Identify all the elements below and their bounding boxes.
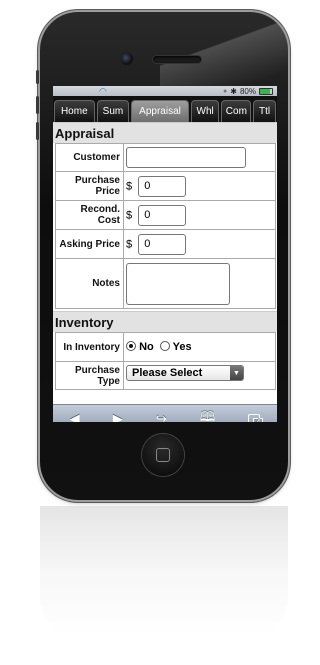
purchase-type-value: Please Select	[132, 367, 203, 379]
browser-toolbar: ◀ ▶ ↪ 🕮 4	[53, 404, 277, 422]
notes-textarea[interactable]	[126, 262, 230, 305]
inventory-form: In Inventory No Yes Purchase Type Please…	[55, 332, 276, 390]
battery-percent: 80%	[239, 86, 256, 96]
recond-cost-currency: $	[126, 209, 133, 221]
recond-cost-label: Recond. Cost	[55, 200, 124, 230]
earpiece-speaker	[153, 56, 201, 63]
status-bar: ◠ ● ✱ 80%	[53, 86, 277, 96]
appraisal-section-title: Appraisal	[53, 122, 277, 143]
tab-sum[interactable]: Sum	[96, 100, 130, 122]
lock-icon: ●	[223, 87, 228, 95]
radio-yes[interactable]	[159, 341, 170, 351]
chevron-down-icon: ▼	[230, 366, 243, 380]
purchase-price-input[interactable]	[138, 175, 187, 197]
asking-price-input[interactable]	[138, 233, 187, 255]
phone-frame: ◠ ● ✱ 80% Home Sum Appraisal Whl Com Ttl…	[36, 12, 288, 500]
radio-no-label: No	[139, 341, 154, 353]
radio-yes-label: Yes	[172, 341, 192, 353]
wifi-icon: ◠	[99, 86, 107, 96]
purchase-price-label: Purchase Price	[55, 171, 124, 201]
tab-appraisal[interactable]: Appraisal	[131, 100, 189, 122]
purchase-type-label: Purchase Type	[55, 361, 124, 390]
tab-home[interactable]: Home	[54, 100, 95, 122]
asking-price-label: Asking Price	[55, 229, 124, 259]
asking-price-currency: $	[126, 238, 133, 250]
inventory-section-title: Inventory	[53, 311, 277, 332]
home-button[interactable]	[142, 434, 184, 476]
purchase-type-select[interactable]: Please Select ▼	[126, 365, 244, 381]
share-icon[interactable]: ↪	[156, 411, 167, 422]
bluetooth-icon: ✱	[230, 86, 237, 96]
screen: ◠ ● ✱ 80% Home Sum Appraisal Whl Com Ttl…	[53, 86, 277, 422]
home-square-icon	[156, 448, 170, 462]
tab-com[interactable]: Com	[221, 100, 252, 122]
back-arrow-icon[interactable]: ◀	[70, 411, 80, 422]
battery-icon	[259, 87, 273, 95]
customer-label: Customer	[55, 143, 124, 172]
volume-down-button	[36, 122, 39, 140]
mute-switch	[36, 70, 39, 84]
recond-cost-input[interactable]	[138, 204, 187, 226]
radio-no[interactable]	[126, 341, 136, 351]
tab-count: 4	[253, 417, 264, 422]
in-inventory-label: In Inventory	[55, 332, 124, 362]
tab-whl[interactable]: Whl	[190, 100, 220, 122]
tab-ttl[interactable]: Ttl	[253, 100, 276, 122]
bookmarks-icon[interactable]: 🕮	[200, 408, 215, 422]
tab-bar: Home Sum Appraisal Whl Com Ttl	[53, 96, 277, 122]
notes-label: Notes	[55, 258, 124, 309]
phone-reflection	[40, 506, 288, 636]
purchase-price-currency: $	[126, 180, 133, 192]
front-camera	[120, 52, 134, 66]
forward-arrow-icon[interactable]: ▶	[113, 411, 123, 422]
appraisal-form: Customer Purchase Price $ Recond. Cost $	[55, 143, 276, 309]
tabs-icon[interactable]: 4	[248, 413, 264, 422]
customer-input[interactable]	[126, 147, 246, 168]
volume-up-button	[36, 96, 39, 114]
